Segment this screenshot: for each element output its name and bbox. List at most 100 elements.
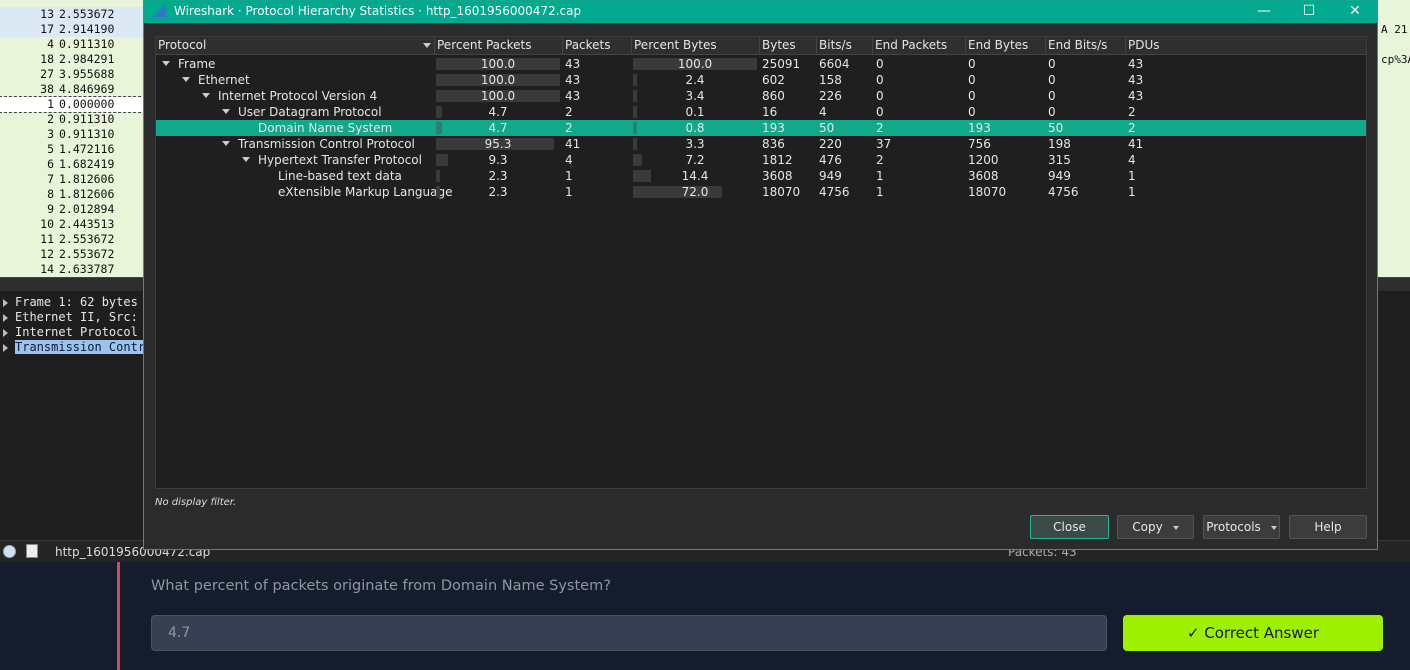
packet-time: 2.633787 xyxy=(59,262,115,276)
packet-row[interactable]: 14 2.633787 xyxy=(0,262,145,277)
protocol-name-cell: Internet Protocol Version 4 xyxy=(202,88,377,104)
end-packets-cell: 37 xyxy=(876,137,892,151)
end-bits-cell: 0 xyxy=(1048,89,1056,103)
end-packets-cell: 0 xyxy=(876,57,884,71)
packet-row[interactable]: 10 2.443513 xyxy=(0,217,145,232)
protocol-row[interactable]: Hypertext Transfer Protocol 9.3 7.2 4 1812 47… xyxy=(156,152,1366,168)
packet-time: 0.911310 xyxy=(59,112,115,126)
bits-cell: 220 xyxy=(819,137,842,151)
correct-answer-button[interactable]: ✓ Correct Answer xyxy=(1123,615,1383,651)
col-header-packets[interactable]: Packets xyxy=(563,37,632,54)
answer-input[interactable]: 4.7 xyxy=(151,615,1107,651)
collapse-arrow-icon[interactable] xyxy=(222,109,230,114)
pct-packets-value: 2.3 xyxy=(488,185,508,199)
col-header-percent-bytes[interactable]: Percent Bytes xyxy=(632,37,760,54)
help-button[interactable]: Help xyxy=(1289,515,1367,539)
packet-row[interactable]: 2 0.911310 xyxy=(0,112,145,127)
bits-cell: 949 xyxy=(819,169,842,183)
col-header-end-bits[interactable]: End Bits/s xyxy=(1046,37,1126,54)
col-header-end-packets[interactable]: End Packets xyxy=(873,37,966,54)
detail-row-ethernet[interactable]: Ethernet II, Src: xyxy=(3,310,145,325)
packets-cell: 4 xyxy=(565,153,573,167)
dialog-title-bar[interactable]: Wireshark · Protocol Hierarchy Statistic… xyxy=(144,1,1377,23)
pct-packets-value: 100.0 xyxy=(480,89,516,103)
packet-row[interactable]: 3 0.911310 xyxy=(0,127,145,142)
expand-icon[interactable] xyxy=(3,328,8,337)
packet-time: 1.812606 xyxy=(59,172,115,186)
col-header-bytes[interactable]: Bytes xyxy=(760,37,817,54)
packet-number: 4 xyxy=(47,37,54,51)
packet-row[interactable]: 4 0.911310 xyxy=(0,37,145,52)
packet-row[interactable]: 38 4.846969 xyxy=(0,82,145,97)
pct-packets-value: 2.3 xyxy=(488,169,508,183)
packet-row[interactable]: 17 2.914190 xyxy=(0,22,145,37)
packet-row[interactable]: 11 2.553672 xyxy=(0,232,145,247)
display-filter-label: No display filter. xyxy=(155,497,237,508)
protocol-row[interactable]: Ethernet 100.0 2.4 43 602 158 0 0 0 43 xyxy=(156,72,1366,88)
protocol-row[interactable]: Line-based text data 2.3 14.4 1 3608 949 1 3608… xyxy=(156,168,1366,184)
collapse-arrow-icon[interactable] xyxy=(202,93,210,98)
packet-row[interactable]: 8 1.812606 xyxy=(0,187,145,202)
protocol-row[interactable]: Transmission Control Protocol 95.3 3.3 41 83… xyxy=(156,136,1366,152)
collapse-arrow-icon[interactable] xyxy=(242,157,250,162)
col-header-protocol[interactable]: Protocol xyxy=(156,37,435,54)
protocol-name: User Datagram Protocol xyxy=(238,105,382,119)
protocol-name: Line-based text data xyxy=(278,169,402,183)
expand-icon[interactable] xyxy=(3,313,8,322)
packet-row[interactable]: 18 2.984291 xyxy=(0,52,145,67)
packet-time: 2.553672 xyxy=(59,247,115,261)
protocol-row[interactable]: User Datagram Protocol 4.7 0.1 2 16 4 0 0 0 2 xyxy=(156,104,1366,120)
end-bytes-cell: 0 xyxy=(968,89,976,103)
packet-number: 1 xyxy=(47,97,54,111)
capture-status-icon[interactable] xyxy=(3,545,16,558)
collapse-arrow-icon[interactable] xyxy=(162,61,170,66)
packet-row[interactable]: 7 1.812606 xyxy=(0,172,145,187)
packet-row[interactable]: 12 2.553672 xyxy=(0,247,145,262)
expand-icon[interactable] xyxy=(3,298,8,307)
packets-cell: 1 xyxy=(565,185,573,199)
pdus-cell: 43 xyxy=(1128,73,1144,87)
copy-button[interactable]: Copy xyxy=(1117,515,1194,539)
capture-comment-icon[interactable] xyxy=(26,544,38,558)
pdus-cell: 43 xyxy=(1128,57,1144,71)
protocol-name-cell: Frame xyxy=(162,56,215,72)
minimize-icon[interactable]: — xyxy=(1241,1,1287,23)
detail-row-frame[interactable]: Frame 1: 62 bytes xyxy=(3,295,138,310)
packet-number: 17 xyxy=(40,22,54,36)
protocol-row[interactable]: eXtensible Markup Language 2.3 72.0 1 18070 4… xyxy=(156,184,1366,200)
close-button[interactable]: Close xyxy=(1030,515,1109,539)
packet-row[interactable]: 27 3.955688 xyxy=(0,67,145,82)
col-header-bits[interactable]: Bits/s xyxy=(817,37,873,54)
end-packets-cell: 1 xyxy=(876,169,884,183)
detail-row-ip[interactable]: Internet Protocol xyxy=(3,325,145,340)
protocol-name: Transmission Control Protocol xyxy=(238,137,415,151)
packet-number: 7 xyxy=(47,172,54,186)
packet-row[interactable]: 1 0.000000 xyxy=(0,96,146,113)
col-header-end-bytes[interactable]: End Bytes xyxy=(966,37,1046,54)
protocol-tree[interactable]: Protocol Percent Packets Packets Percent… xyxy=(155,36,1367,489)
collapse-arrow-icon[interactable] xyxy=(182,77,190,82)
maximize-icon[interactable]: ☐ xyxy=(1286,1,1332,23)
packet-row[interactable]: 5 1.472116 xyxy=(0,142,145,157)
expand-icon[interactable] xyxy=(3,343,8,352)
protocol-row[interactable]: Internet Protocol Version 4 100.0 3.4 43 860… xyxy=(156,88,1366,104)
sort-indicator-icon[interactable] xyxy=(423,43,431,48)
close-icon[interactable]: ✕ xyxy=(1332,1,1378,23)
col-header-pdus[interactable]: PDUs xyxy=(1126,37,1366,54)
col-header-percent-packets[interactable]: Percent Packets xyxy=(435,37,563,54)
end-packets-cell: 2 xyxy=(876,121,884,135)
pct-packets-value: 95.3 xyxy=(484,137,512,151)
chevron-down-icon xyxy=(1172,525,1179,530)
packet-row[interactable]: 9 2.012894 xyxy=(0,202,145,217)
protocols-button[interactable]: Protocols xyxy=(1203,515,1280,539)
protocol-name-cell: Line-based text data xyxy=(262,168,402,184)
protocol-row[interactable]: Frame 100.0 100.0 43 25091 6604 0 0 0 43 xyxy=(156,56,1366,72)
bytes-cell: 602 xyxy=(762,73,785,87)
collapse-arrow-icon[interactable] xyxy=(222,141,230,146)
question-panel: What percent of packets originate from D… xyxy=(0,562,1410,670)
detail-row-tcp[interactable]: Transmission Contr xyxy=(3,340,146,355)
protocol-row[interactable]: Domain Name System 4.7 0.8 2 193 50 2 193 50 2 xyxy=(156,120,1366,136)
packet-row[interactable]: 13 2.553672 xyxy=(0,7,145,22)
packet-number: 10 xyxy=(40,217,54,231)
packet-row[interactable]: 6 1.682419 xyxy=(0,157,145,172)
